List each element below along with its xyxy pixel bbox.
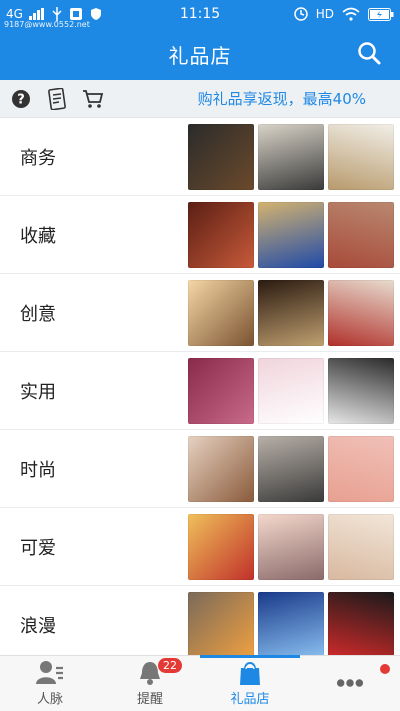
thumbnail-strip [188, 513, 398, 580]
product-thumbnail[interactable] [328, 357, 394, 424]
product-thumbnail[interactable] [258, 435, 324, 502]
bottom-nav: 人脉 提醒 22 礼品店 [0, 655, 400, 711]
product-thumbnail[interactable] [258, 123, 324, 190]
product-thumbnail[interactable] [328, 435, 394, 502]
tab-gift-shop[interactable]: 礼品店 [200, 655, 300, 711]
product-thumbnail[interactable] [328, 591, 394, 655]
contacts-icon [36, 660, 64, 686]
tab-more[interactable] [300, 656, 400, 711]
category-label: 创意 [20, 303, 56, 325]
svg-text:?: ? [17, 92, 25, 107]
product-thumbnail[interactable] [188, 435, 254, 502]
category-row[interactable]: 实用 [0, 352, 400, 430]
tab-label: 提醒 [136, 692, 163, 707]
thumbnail-strip [188, 591, 398, 655]
more-icon [336, 670, 364, 696]
category-row[interactable]: 可爱 [0, 508, 400, 586]
product-thumbnail[interactable] [188, 123, 254, 190]
product-thumbnail[interactable] [328, 513, 394, 580]
category-label: 可爱 [20, 537, 56, 559]
category-row[interactable]: 创意 [0, 274, 400, 352]
category-row[interactable]: 时尚 [0, 430, 400, 508]
category-label: 商务 [20, 147, 56, 169]
product-thumbnail[interactable] [328, 279, 394, 346]
product-thumbnail[interactable] [188, 279, 254, 346]
category-row[interactable]: 商务 [0, 118, 400, 196]
category-label: 浪漫 [20, 615, 56, 637]
help-icon[interactable]: ? [10, 88, 32, 110]
product-thumbnail[interactable] [328, 201, 394, 268]
thumbnail-strip [188, 279, 398, 346]
product-thumbnail[interactable] [188, 357, 254, 424]
tab-reminders[interactable]: 提醒 22 [100, 656, 200, 711]
cart-icon[interactable] [82, 88, 104, 110]
promo-banner[interactable]: 购礼品享返现，最高40% [198, 88, 366, 109]
receipt-icon[interactable] [46, 87, 68, 110]
category-label: 实用 [20, 381, 56, 403]
thumbnail-strip [188, 357, 398, 424]
product-thumbnail[interactable] [258, 513, 324, 580]
category-row[interactable]: 收藏 [0, 196, 400, 274]
thumbnail-strip [188, 201, 398, 268]
notification-badge: 22 [158, 658, 182, 673]
product-thumbnail[interactable] [188, 591, 254, 655]
status-bar: 4G 11:15 HD 9187@www.0552.net [0, 0, 400, 29]
app-bar: 礼品店 [0, 28, 400, 80]
product-thumbnail[interactable] [258, 591, 324, 655]
thumbnail-strip [188, 435, 398, 502]
product-thumbnail[interactable] [258, 201, 324, 268]
product-thumbnail[interactable] [188, 513, 254, 580]
product-thumbnail[interactable] [258, 357, 324, 424]
category-row[interactable]: 浪漫 [0, 586, 400, 655]
product-thumbnail[interactable] [328, 123, 394, 190]
category-label: 时尚 [20, 459, 56, 481]
tab-label: 礼品店 [230, 692, 270, 707]
tab-contacts[interactable]: 人脉 [0, 656, 100, 711]
gift-bag-icon [236, 660, 264, 686]
dot-badge [380, 664, 390, 674]
search-icon[interactable] [356, 40, 382, 66]
toolbar: ? 购礼品享返现，最高40% [0, 80, 400, 118]
product-thumbnail[interactable] [258, 279, 324, 346]
tab-label: 人脉 [36, 692, 63, 707]
product-thumbnail[interactable] [188, 201, 254, 268]
category-label: 收藏 [20, 225, 56, 247]
page-title: 礼品店 [168, 43, 232, 68]
thumbnail-strip [188, 123, 398, 190]
category-list: 商务收藏创意实用时尚可爱浪漫 [0, 118, 400, 655]
